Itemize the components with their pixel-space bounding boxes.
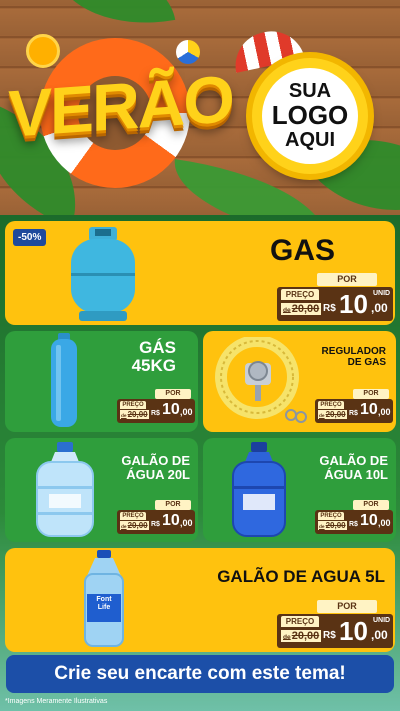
palm-leaf-top <box>54 0 176 40</box>
old-price: de20,00 <box>120 410 149 419</box>
beach-ball-icon <box>176 40 200 64</box>
old-price: de20,00 <box>318 410 347 419</box>
tall-cylinder-image <box>51 333 77 427</box>
price-preco-label: PREÇO <box>120 512 146 520</box>
regulator-hose-image <box>215 337 307 423</box>
bottle-brand-label: Font Life <box>96 596 112 611</box>
price-tag: POR PREÇO de20,00 R$ 10 ,00 <box>315 500 393 534</box>
product-card-galao-10l[interactable]: GALÃO DE ÁGUA 10L POR PREÇO de20,00 R$ 1… <box>203 438 396 542</box>
product-title: GÁS 45KG <box>131 338 176 375</box>
product-title: GALÃO DE AGUA 5L <box>217 567 385 586</box>
price-integer: 10 <box>360 512 378 529</box>
price-preco-label: PREÇO <box>281 616 319 627</box>
price-integer: 10 <box>162 401 180 418</box>
currency: R$ <box>151 410 160 417</box>
product-title: GAS <box>269 234 335 267</box>
currency: R$ <box>349 410 358 417</box>
price-por-label: POR <box>155 500 191 510</box>
old-price: de20,00 <box>318 521 347 530</box>
price-unit: UNID <box>373 617 391 624</box>
price-preco-label: PREÇO <box>318 401 344 409</box>
logo-line-3: AQUI <box>285 128 335 151</box>
old-price: de20,00 <box>120 521 149 530</box>
currency: R$ <box>151 521 160 528</box>
price-integer: 10 <box>360 401 378 418</box>
discount-badge: -50% <box>13 229 47 246</box>
price-decimal: ,00 <box>371 301 388 315</box>
cta-banner[interactable]: Crie seu encarte com este tema! <box>6 655 394 693</box>
old-price: de20,00 <box>281 303 322 315</box>
price-tag: POR PREÇO de20,00 R$ 10 ,00 <box>117 500 195 534</box>
price-tag: POR PREÇO de20,00 R$ 10 ,00 <box>117 389 195 423</box>
currency: R$ <box>323 303 336 314</box>
season-title: VERÃO <box>8 61 233 151</box>
price-por-label: POR <box>353 389 389 399</box>
currency: R$ <box>323 630 336 641</box>
price-tag: POR PREÇO de20,00 R$ 10 UNID ,00 <box>277 600 393 648</box>
price-preco-label-top: PREÇO <box>281 289 319 300</box>
price-decimal: ,00 <box>378 407 391 417</box>
logo-line-2: LOGO <box>271 100 349 131</box>
price-integer: 10 <box>339 616 368 646</box>
product-card-galao-20l[interactable]: GALÃO DE ÁGUA 20L POR PREÇO de20,00 R$ 1… <box>5 438 198 542</box>
price-decimal: ,00 <box>180 518 193 528</box>
product-card-gas[interactable]: -50% GAS POR PREÇO de20,00 R$ 10 UNID ,0… <box>5 221 395 325</box>
water-jug-20l-image <box>36 442 94 537</box>
product-title: REGULADOR DE GAS <box>321 346 386 368</box>
product-title: GALÃO DE ÁGUA 10L <box>319 453 388 482</box>
price-integer: 10 <box>339 289 368 319</box>
logo-placeholder: SUA LOGO AQUI <box>262 68 358 164</box>
currency: R$ <box>349 521 358 528</box>
product-card-gas-45kg[interactable]: GÁS 45KG POR PREÇO de20,00 R$ 10 ,00 <box>5 331 198 432</box>
price-por-label: POR <box>317 273 377 286</box>
price-integer: 10 <box>162 512 180 529</box>
product-card-regulador[interactable]: REGULADOR DE GAS POR PREÇO de20,00 R$ 10… <box>203 331 396 432</box>
price-decimal: ,00 <box>378 518 391 528</box>
price-unit: UNID <box>373 290 391 297</box>
price-por-label: POR <box>317 600 377 613</box>
price-preco-label: PREÇO <box>318 512 344 520</box>
logo-badge[interactable]: SUA LOGO AQUI <box>252 58 368 174</box>
price-tag: POR PREÇO de20,00 R$ 10 UNID ,00 <box>277 273 393 321</box>
sun-icon <box>26 34 60 68</box>
logo-line-1: SUA <box>288 80 332 103</box>
header: VERÃO SUA LOGO AQUI <box>0 0 400 215</box>
footnote: *Imagens Meramente Ilustrativas <box>5 698 108 705</box>
product-title: GALÃO DE ÁGUA 20L <box>121 453 190 482</box>
price-por-label: POR <box>155 389 191 399</box>
price-decimal: ,00 <box>371 628 388 642</box>
cta-banner-text: Crie seu encarte com este tema! <box>54 663 346 684</box>
price-por-label: POR <box>353 500 389 510</box>
gas-cylinder-image <box>71 227 135 321</box>
water-jug-10l-image <box>232 442 286 537</box>
price-decimal: ,00 <box>180 407 193 417</box>
price-tag: POR PREÇO de20,00 R$ 10 ,00 <box>315 389 393 423</box>
product-card-galao-5l[interactable]: Font Life GALÃO DE AGUA 5L POR PREÇO de2… <box>5 548 395 652</box>
price-preco-label: PREÇO <box>120 401 146 409</box>
old-price: de20,00 <box>281 630 322 642</box>
